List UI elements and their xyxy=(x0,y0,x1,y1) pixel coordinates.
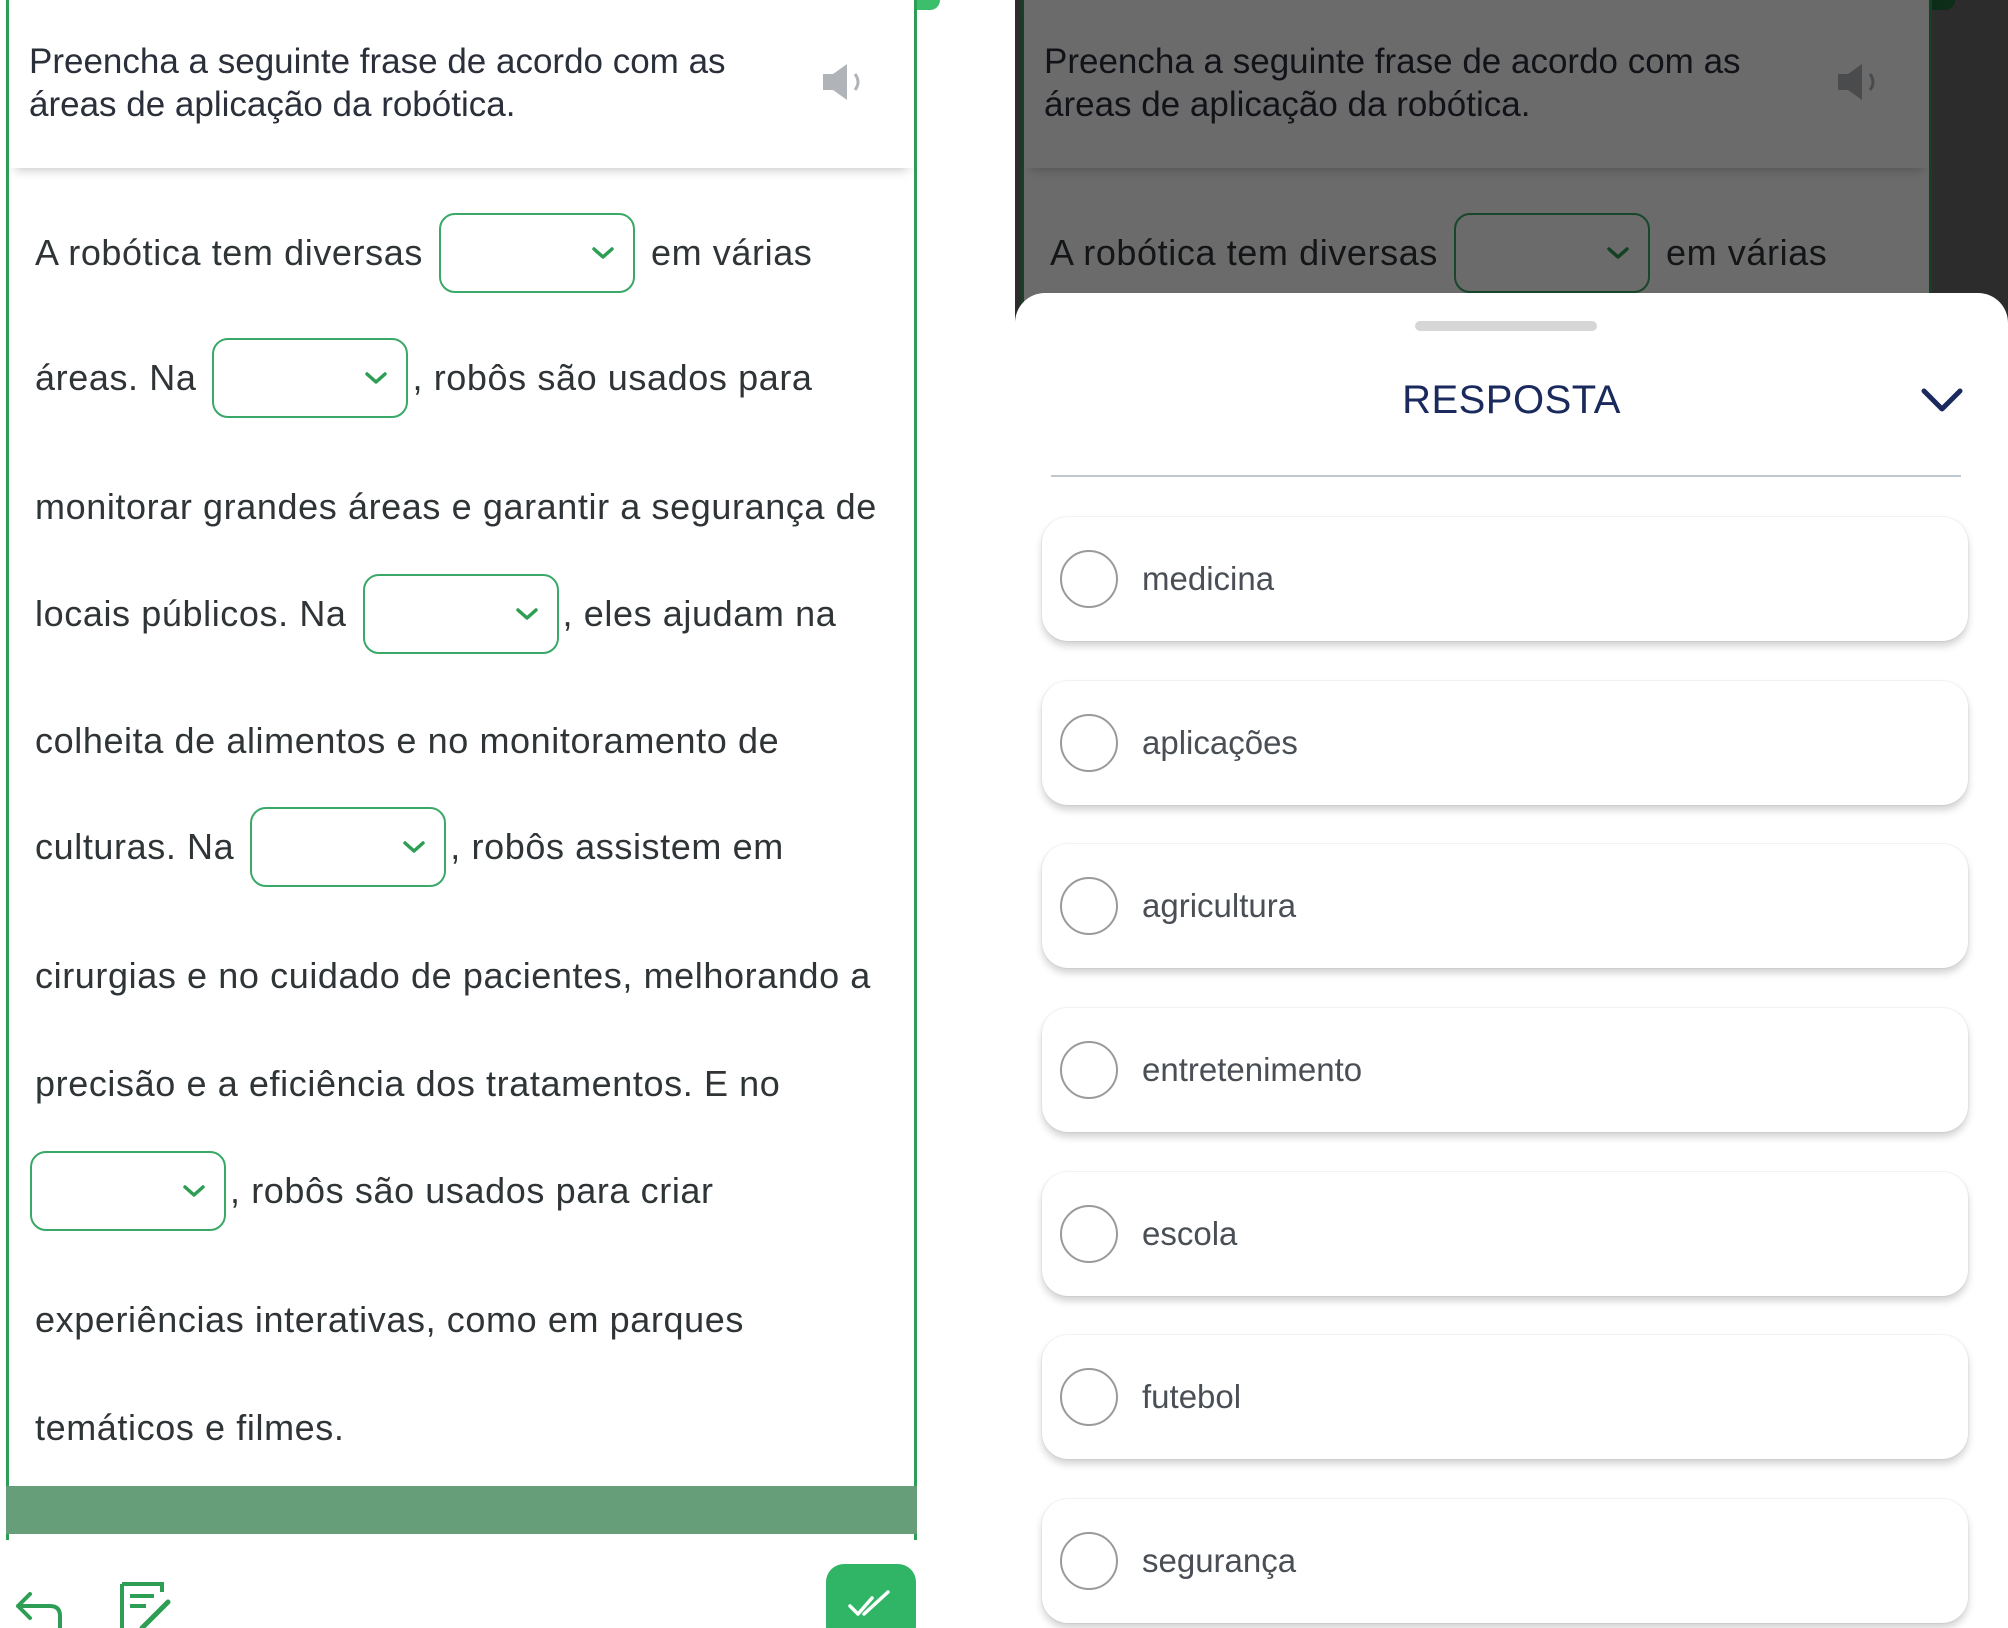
radio-button[interactable] xyxy=(1060,714,1118,772)
submit-button[interactable] xyxy=(826,1564,916,1628)
sentence-line: cirurgias e no cuidado de pacientes, mel… xyxy=(35,931,871,1021)
question-prompt-line-1: Preencha a seguinte frase de acordo com … xyxy=(1044,42,1741,81)
sentence-fragment: , robôs assistem em xyxy=(450,826,784,867)
blank-dropdown-5[interactable] xyxy=(30,1151,226,1231)
sentence-line: áreas. Na , robôs são usados para xyxy=(35,333,813,423)
sentence-fragment: precisão e a eficiência dos tratamentos.… xyxy=(35,1063,781,1104)
sentence-line: experiências interativas, como em parque… xyxy=(35,1275,744,1365)
sheet-divider xyxy=(1051,475,1961,477)
answer-selection-screen: Preencha a seguinte frase de acordo com … xyxy=(1015,0,2008,1628)
sentence-fragment: em várias xyxy=(1665,232,1828,273)
sentence-fragment: áreas. Na xyxy=(35,357,197,398)
radio-button[interactable] xyxy=(1060,1368,1118,1426)
chevron-down-icon xyxy=(403,841,426,853)
radio-button[interactable] xyxy=(1060,550,1118,608)
blank-dropdown-4[interactable] xyxy=(250,807,447,887)
sentence-fragment: A robótica tem diversas xyxy=(1050,232,1438,273)
blank-dropdown-1 xyxy=(1453,213,1650,293)
answer-option[interactable]: futebol xyxy=(1042,1335,1968,1459)
chevron-down-icon xyxy=(592,247,614,259)
radio-button[interactable] xyxy=(1060,1532,1118,1590)
sentence-line: , robôs são usados para criar xyxy=(30,1146,714,1236)
back-arrow-icon[interactable] xyxy=(14,1586,64,1628)
sentence-fragment: colheita de alimentos e no monitoramento… xyxy=(35,720,780,761)
sentence-line: precisão e a eficiência dos tratamentos.… xyxy=(35,1039,780,1129)
speaker-icon xyxy=(1838,64,1875,100)
answer-option[interactable]: escola xyxy=(1042,1172,1968,1296)
sentence-fragment: monitorar grandes áreas e garantir a seg… xyxy=(35,486,877,527)
question-prompt-line-2: áreas de aplicação da robótica. xyxy=(1044,85,1531,124)
question-screen: Preencha a seguinte frase de acordo com … xyxy=(0,0,948,1628)
answer-option-label: segurança xyxy=(1142,1542,1297,1579)
question-header: Preencha a seguinte frase de acordo com … xyxy=(1024,0,1929,168)
sentence-fragment: locais públicos. Na xyxy=(35,593,347,634)
sentence-fragment: experiências interativas, como em parque… xyxy=(35,1299,744,1340)
answer-option-label: futebol xyxy=(1142,1378,1242,1415)
sheet-drag-handle[interactable] xyxy=(1415,321,1597,331)
sentence-fragment: A robótica tem diversas xyxy=(35,232,423,273)
answer-option[interactable]: aplicações xyxy=(1042,681,1968,805)
sentence-line: monitorar grandes áreas e garantir a seg… xyxy=(35,462,877,552)
chevron-down-icon[interactable] xyxy=(1920,385,1964,415)
blank-dropdown-2[interactable] xyxy=(212,338,409,418)
double-check-icon xyxy=(848,1590,890,1616)
answer-option[interactable]: agricultura xyxy=(1042,844,1968,968)
question-prompt-line-2: áreas de aplicação da robótica. xyxy=(29,85,516,124)
radio-button[interactable] xyxy=(1060,877,1118,935)
chevron-down-icon xyxy=(1607,247,1629,259)
question-card: Preencha a seguinte frase de acordo com … xyxy=(6,0,917,1540)
question-prompt: Preencha a seguinte frase de acordo com … xyxy=(29,40,789,126)
sentence-fragment: temáticos e filmes. xyxy=(35,1407,345,1448)
radio-button[interactable] xyxy=(1060,1205,1118,1263)
blank-dropdown-1[interactable] xyxy=(438,213,635,293)
sentence-line: culturas. Na , robôs assistem em xyxy=(35,802,784,892)
edit-notes-icon[interactable] xyxy=(118,1580,178,1628)
answer-option[interactable]: entretenimento xyxy=(1042,1008,1968,1132)
sheet-title: RESPOSTA xyxy=(1402,378,1621,422)
sentence-fragment: cirurgias e no cuidado de pacientes, mel… xyxy=(35,955,871,996)
chevron-down-icon xyxy=(365,372,388,384)
question-prompt: Preencha a seguinte frase de acordo com … xyxy=(1044,40,1804,126)
sentence-fragment: culturas. Na xyxy=(35,826,235,867)
answer-option-label: medicina xyxy=(1142,560,1275,597)
sentence-line: A robótica tem diversas em várias xyxy=(1050,208,1827,298)
blank-dropdown-3[interactable] xyxy=(362,574,559,654)
sentence-line: A robótica tem diversas em várias xyxy=(35,208,812,298)
sentence-line: temáticos e filmes. xyxy=(35,1383,345,1473)
sentence-line: colheita de alimentos e no monitoramento… xyxy=(35,696,779,786)
question-prompt-line-1: Preencha a seguinte frase de acordo com … xyxy=(29,42,726,81)
sentence-fragment: , robôs são usados para xyxy=(412,357,813,398)
answer-bottom-sheet: RESPOSTA medicina aplicações agricultura… xyxy=(1015,293,2008,1628)
answer-option[interactable]: segurança xyxy=(1042,1499,1968,1623)
sentence-line: locais públicos. Na , eles ajudam na xyxy=(35,569,836,659)
sentence-fragment: , robôs são usados para criar xyxy=(230,1170,714,1211)
question-header: Preencha a seguinte frase de acordo com … xyxy=(9,0,914,168)
answer-option-label: agricultura xyxy=(1142,887,1297,924)
chevron-down-icon xyxy=(183,1185,205,1197)
footer-strip xyxy=(6,1486,917,1534)
chevron-down-icon xyxy=(515,608,538,620)
answer-option[interactable]: medicina xyxy=(1042,517,1968,641)
answer-option-label: entretenimento xyxy=(1142,1051,1363,1088)
answer-option-label: aplicações xyxy=(1142,724,1298,761)
radio-button[interactable] xyxy=(1060,1041,1118,1099)
speaker-icon[interactable] xyxy=(821,62,871,102)
answer-option-label: escola xyxy=(1142,1215,1238,1252)
sentence-fragment: em várias xyxy=(650,232,813,273)
sentence-fragment: , eles ajudam na xyxy=(562,593,837,634)
